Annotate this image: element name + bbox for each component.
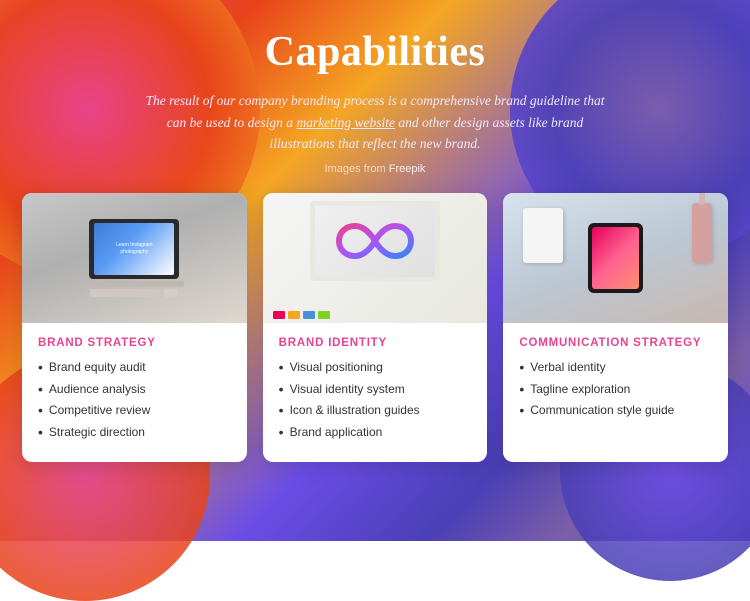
swatch	[288, 311, 300, 319]
infinity-icon	[335, 216, 415, 266]
marketing-website-link[interactable]: marketing website	[296, 115, 395, 130]
list-item: Brand equity audit	[38, 359, 231, 376]
card-image-brand-identity	[263, 193, 488, 323]
swatch	[273, 311, 285, 319]
list-item: Strategic direction	[38, 424, 231, 441]
color-swatches	[273, 311, 330, 319]
book-prop	[523, 208, 563, 263]
page-subtitle: The result of our company branding proce…	[145, 90, 605, 155]
list-item: Verbal identity	[519, 359, 712, 376]
list-item: Audience analysis	[38, 381, 231, 398]
flower-stem	[699, 193, 705, 205]
swatch	[318, 311, 330, 319]
mock-desk-illustration-1: Learn Instagramphotography	[22, 193, 247, 323]
card-brand-identity: BRAND IDENTITY Visual positioning Visual…	[263, 193, 488, 462]
monitor-screen-2	[315, 205, 435, 277]
card-category-brand-identity: BRAND IDENTITY	[279, 337, 472, 349]
card-body-brand-strategy: BRAND STRATEGY Brand equity audit Audien…	[22, 323, 247, 462]
card-image-communication-strategy	[503, 193, 728, 323]
card-list-communication-strategy: Verbal identity Tagline exploration Comm…	[519, 359, 712, 419]
tablet-mock	[588, 223, 643, 293]
card-category-brand-strategy: BRAND STRATEGY	[38, 337, 231, 349]
list-item: Brand application	[279, 424, 472, 441]
card-body-brand-identity: BRAND IDENTITY Visual positioning Visual…	[263, 323, 488, 462]
image-credit: Images from Freepik	[325, 163, 426, 175]
card-list-brand-strategy: Brand equity audit Audience analysis Com…	[38, 359, 231, 441]
list-item: Communication style guide	[519, 402, 712, 419]
list-item: Visual positioning	[279, 359, 472, 376]
mock-comm-illustration	[503, 193, 728, 323]
monitor-2	[310, 201, 440, 281]
mouse	[164, 289, 178, 297]
page-title: Capabilities	[265, 28, 486, 76]
monitor-screen: Learn Instagramphotography	[94, 223, 174, 275]
mock-infinity-illustration	[263, 193, 488, 323]
list-item: Competitive review	[38, 402, 231, 419]
list-item: Visual identity system	[279, 381, 472, 398]
keyboard	[90, 289, 160, 297]
list-item: Icon & illustration guides	[279, 402, 472, 419]
keyboard-area	[90, 289, 178, 297]
card-category-communication-strategy: COMMUNICATION STRATEGY	[519, 337, 712, 349]
card-image-brand-strategy: Learn Instagramphotography	[22, 193, 247, 323]
card-brand-strategy: Learn Instagramphotography BRAND STRATEG…	[22, 193, 247, 462]
monitor-icon: Learn Instagramphotography	[89, 219, 179, 279]
freepik-link[interactable]: Freepik	[389, 163, 426, 175]
list-item: Tagline exploration	[519, 381, 712, 398]
card-list-brand-identity: Visual positioning Visual identity syste…	[279, 359, 472, 441]
monitor-text: Learn Instagramphotography	[116, 242, 152, 255]
card-communication-strategy: COMMUNICATION STRATEGY Verbal identity T…	[503, 193, 728, 462]
desk-surface	[84, 281, 184, 287]
vase-prop	[692, 203, 712, 263]
card-body-communication-strategy: COMMUNICATION STRATEGY Verbal identity T…	[503, 323, 728, 440]
cards-container: Learn Instagramphotography BRAND STRATEG…	[0, 193, 750, 462]
tablet-screen	[592, 227, 639, 289]
main-content: Capabilities The result of our company b…	[0, 0, 750, 462]
swatch	[303, 311, 315, 319]
